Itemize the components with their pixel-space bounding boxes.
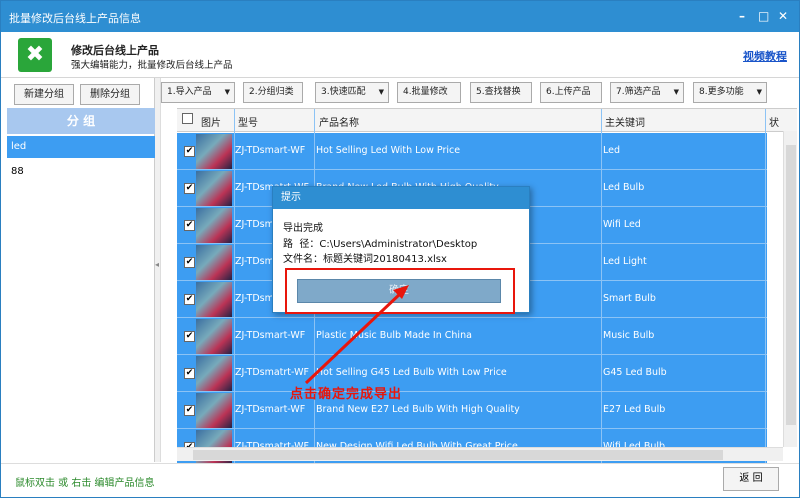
annotation-text: 点击确定完成导出 [290, 387, 403, 402]
main-window: 批量修改后台线上产品信息 – □ ✕ ✖ 修改后台线上产品 强大编辑能力，批量修… [0, 0, 800, 498]
annotation-arrow [304, 285, 409, 385]
